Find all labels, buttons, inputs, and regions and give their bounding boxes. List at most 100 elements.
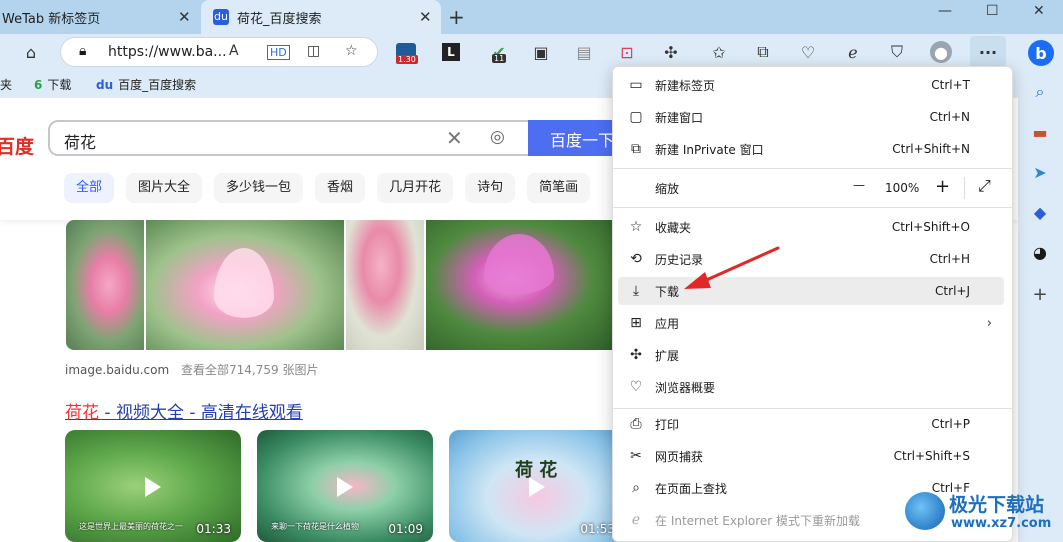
bookmark-label: 夹	[0, 78, 13, 92]
extension-3-badge: 11	[492, 54, 507, 63]
menu-shortcut: Ctrl+P	[931, 417, 970, 431]
video-result-title[interactable]: 荷花 - 视频大全 - 高清在线观看	[65, 398, 303, 423]
read-aloud-icon[interactable]: A	[229, 43, 239, 59]
menu-browser-essentials[interactable]: ♡ 浏览器概要	[618, 373, 1004, 401]
minimize-button[interactable]: —	[938, 3, 952, 19]
lock-icon[interactable]: 🔒︎	[79, 43, 86, 59]
extensions-icon: ✣	[630, 347, 642, 363]
tab-title: 荷花_百度搜索	[237, 11, 322, 27]
video-thumbnail[interactable]: 这是世界上最美丽的荷花之一 01:33	[65, 430, 241, 542]
chevron-right-icon: ›	[986, 315, 992, 331]
profile-avatar[interactable]: ●	[930, 41, 952, 63]
image-source[interactable]: image.baidu.com	[65, 363, 169, 377]
menu-divider	[613, 207, 1014, 208]
favorites-icon[interactable]: ✩	[708, 41, 730, 63]
chip-suggestion[interactable]: 香烟	[315, 173, 366, 203]
menu-downloads[interactable]: ⤓ 下载 Ctrl+J	[618, 277, 1004, 305]
favorite-star-icon[interactable]: ☆	[345, 43, 358, 59]
menu-extensions[interactable]: ✣ 扩展	[618, 341, 1004, 369]
play-icon[interactable]	[529, 477, 545, 497]
search-input[interactable]: 荷花 ✕ ◎	[48, 120, 528, 156]
add-icon[interactable]: +	[1028, 282, 1052, 306]
clear-icon[interactable]: ✕	[446, 126, 463, 150]
video-thumbnail[interactable]: 荷 花 01:53	[449, 430, 625, 542]
baidu-icon[interactable]: ◆	[1028, 200, 1052, 224]
qq-icon[interactable]: ◕	[1028, 240, 1052, 264]
bing-icon[interactable]: b	[1028, 40, 1054, 66]
browser-essentials-icon[interactable]: ♡	[797, 41, 819, 63]
baidu-logo[interactable]: 百度	[0, 132, 34, 159]
tab-title: WeTab 新标签页	[2, 11, 101, 27]
video-caption: 来聊一下荷花是什么植物	[271, 522, 359, 531]
camera-icon[interactable]: ◎	[490, 127, 505, 147]
tab-close-icon[interactable]: ✕	[178, 8, 191, 26]
search-query[interactable]: 荷花	[64, 129, 96, 153]
bookmark-label: 百度_百度搜索	[118, 78, 197, 92]
menu-label: 打印	[655, 417, 680, 432]
lotus-image[interactable]	[66, 220, 144, 350]
collections-icon[interactable]: ⧉	[752, 41, 774, 63]
menu-web-capture[interactable]: ✂ 网页捕获 Ctrl+Shift+S	[618, 442, 1004, 470]
menu-shortcut: Ctrl+H	[929, 252, 970, 266]
menu-new-window[interactable]: ▢ 新建窗口 Ctrl+N	[618, 103, 1004, 131]
menu-divider	[613, 168, 1014, 169]
menu-print[interactable]: ⎙ 打印 Ctrl+P	[618, 410, 1004, 438]
baidu-favicon-icon: du	[213, 9, 229, 25]
zoom-out-button[interactable]: —	[853, 178, 865, 192]
bookmark-item[interactable]: 夹	[0, 76, 12, 93]
tab-wetab[interactable]: WeTab 新标签页 ✕	[0, 0, 200, 34]
extension-4-icon[interactable]: ▣	[530, 41, 552, 63]
shield-icon[interactable]: ⛉	[886, 41, 908, 63]
zoom-in-button[interactable]: +	[935, 176, 950, 197]
video-thumbnail[interactable]: 来聊一下荷花是什么植物 01:09	[257, 430, 433, 542]
menu-new-tab[interactable]: ▭ 新建标签页 Ctrl+T	[618, 71, 1004, 99]
watermark-logo	[905, 492, 945, 530]
menu-history[interactable]: ⟲ 历史记录 Ctrl+H	[618, 245, 1004, 273]
close-window-button[interactable]: ✕	[1033, 3, 1045, 19]
favorites-icon: ☆	[629, 219, 643, 235]
maximize-button[interactable]: ☐	[986, 3, 999, 19]
chip-all[interactable]: 全部	[64, 173, 115, 203]
web-capture-icon: ✂	[630, 448, 642, 464]
new-tab-icon: ▭	[629, 77, 643, 93]
menu-label: 在 Internet Explorer 模式下重新加载	[655, 513, 861, 528]
lotus-image[interactable]	[426, 220, 616, 350]
chip-suggestion[interactable]: 诗句	[465, 173, 516, 203]
menu-favorites[interactable]: ☆ 收藏夹 Ctrl+Shift+O	[618, 213, 1004, 241]
chip-suggestion[interactable]: 简笔画	[527, 173, 591, 203]
play-icon[interactable]	[337, 477, 353, 497]
reader-view-icon[interactable]: ◫	[307, 43, 320, 59]
new-window-icon: ▢	[629, 109, 643, 125]
extension-6-icon[interactable]: ⊡	[616, 41, 638, 63]
toolbox-icon[interactable]: ▬	[1028, 120, 1052, 144]
extensions-puzzle-icon[interactable]: ✣	[660, 41, 682, 63]
tab-baidu-search[interactable]: du 荷花_百度搜索 ✕	[201, 0, 441, 34]
search-icon[interactable]: ⌕	[1028, 80, 1052, 104]
address-url[interactable]: https://www.ba...	[108, 44, 227, 60]
lotus-image[interactable]	[146, 220, 344, 350]
home-icon[interactable]: ⌂	[20, 41, 42, 63]
bookmark-baidu[interactable]: du 百度_百度搜索	[96, 76, 196, 93]
menu-apps[interactable]: ⊞ 应用 ›	[618, 309, 1004, 337]
menu-label: 扩展	[655, 348, 680, 363]
chip-suggestion[interactable]: 图片大全	[126, 173, 203, 203]
hd-icon[interactable]: HD	[267, 45, 290, 60]
bookmark-download[interactable]: 6 下载	[34, 76, 71, 93]
image-count-link[interactable]: 查看全部714,759 张图片	[181, 363, 318, 377]
extension-5-icon[interactable]: ▤	[573, 41, 595, 63]
settings-more-button[interactable]: ···	[970, 36, 1006, 68]
extension-2-icon[interactable]: L	[442, 43, 460, 61]
fullscreen-icon[interactable]: ⤢	[978, 176, 991, 196]
menu-new-inprivate[interactable]: ⧉ 新建 InPrivate 窗口 Ctrl+Shift+N	[618, 135, 1004, 163]
play-icon[interactable]	[145, 477, 161, 497]
chip-suggestion[interactable]: 几月开花	[377, 173, 454, 203]
menu-label: 下载	[655, 284, 680, 299]
chip-suggestion[interactable]: 多少钱一包	[214, 173, 304, 203]
tab-close-icon[interactable]: ✕	[419, 8, 432, 26]
lotus-image[interactable]	[346, 220, 424, 350]
send-icon[interactable]: ➤	[1028, 160, 1052, 184]
ie-mode-icon[interactable]: ℯ	[842, 41, 864, 63]
new-tab-button[interactable]: +	[448, 5, 465, 29]
address-bar[interactable]: 🔒︎ https://www.ba... A HD ◫ ☆	[60, 37, 378, 67]
watermark-url: www.xz7.com	[951, 516, 1052, 531]
